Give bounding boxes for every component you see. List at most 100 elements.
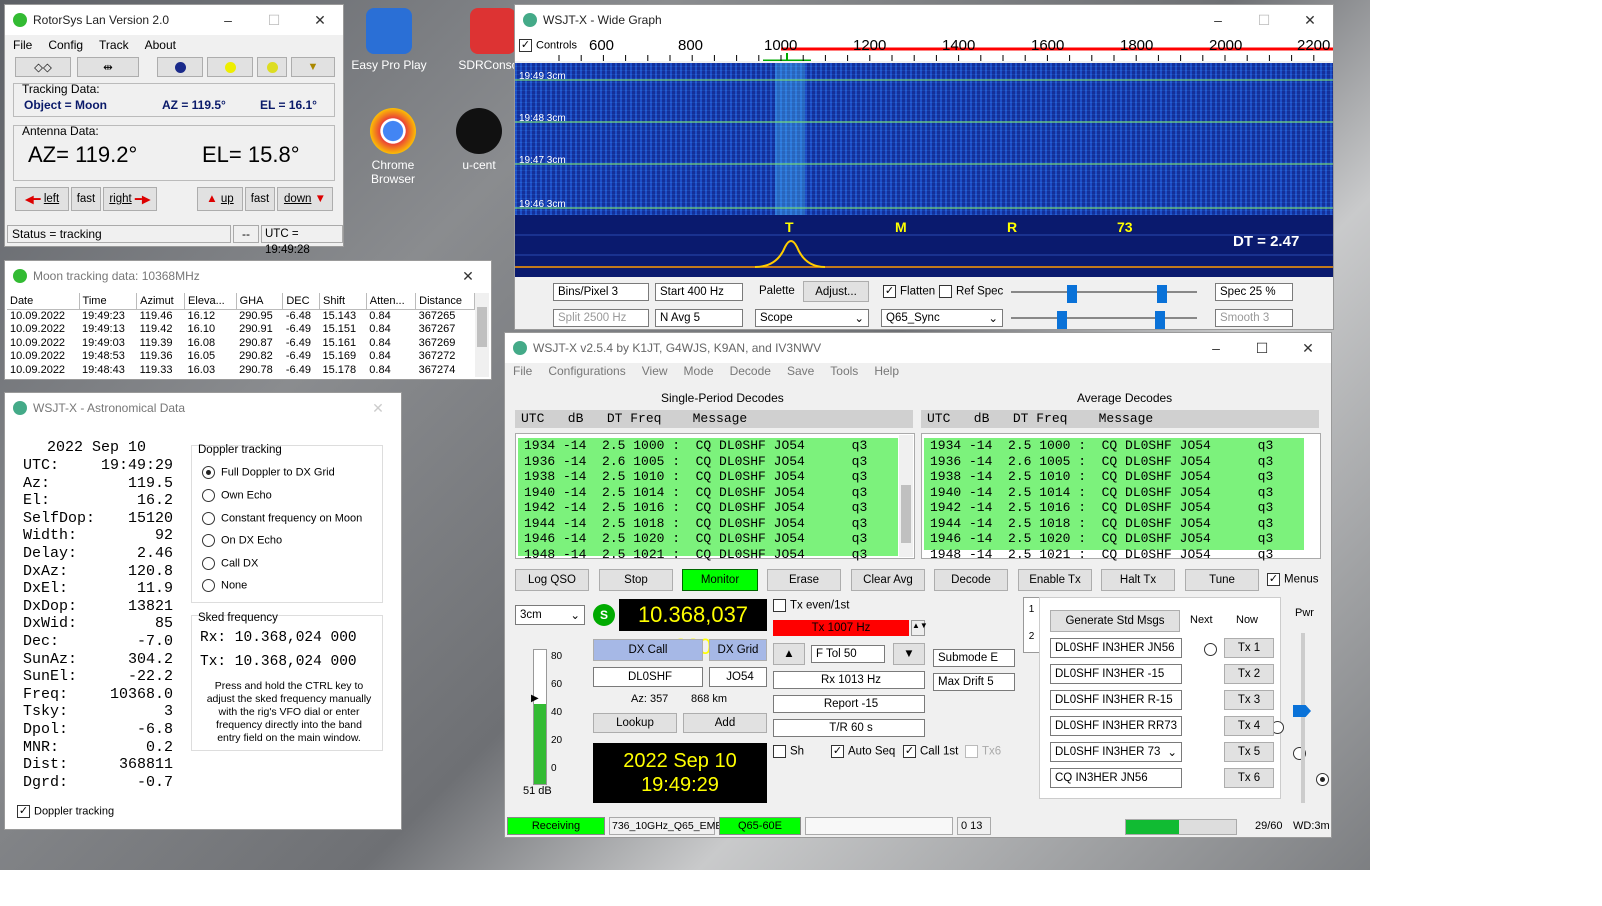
tx4-now-button[interactable]: Tx 4 [1224,716,1274,736]
minimize-button[interactable]: – [205,5,251,35]
f-tol-spinbox[interactable]: F Tol 50 [811,645,885,663]
column-header[interactable]: Time [79,293,138,310]
column-header[interactable]: Shift [319,293,367,310]
moon-globe-button[interactable] [157,57,203,77]
column-header[interactable]: Azimut [136,293,186,310]
up-button[interactable]: ▲ up [197,187,243,211]
decode-line[interactable]: 1942 -14 2.5 1016 : CQ DL0SHF JO54 q3 [524,500,898,516]
table-row[interactable]: 10.09.2022 19:48:43 119.33 16.03 290.78 -6.49… [7,363,475,377]
erase-button[interactable]: Erase [767,569,841,591]
slider-handle[interactable] [1157,285,1167,303]
band-select[interactable]: 3cm ⌄ [515,605,585,625]
stop-button[interactable]: Stop [599,569,673,591]
menu-mode[interactable]: Mode [676,364,722,378]
table-row[interactable]: 10.09.2022 19:49:03 119.39 16.08 290.87 -6.49… [7,336,475,350]
submode-spinbox[interactable]: Submode E [933,649,1015,667]
table-row[interactable]: 10.09.2022 19:49:23 119.46 16.12 290.95 -6.48… [7,309,475,323]
tx1-now-button[interactable]: Tx 1 [1224,638,1274,658]
close-button[interactable]: ✕ [1285,333,1331,363]
tx6-now-button[interactable]: Tx 6 [1224,768,1274,788]
minimize-button[interactable]: – [1193,333,1239,363]
scrollbar[interactable] [475,293,489,377]
maximize-button[interactable]: ☐ [1239,333,1285,363]
table-row[interactable]: 10.09.2022 19:48:53 119.36 16.05 290.82 -6.49… [7,350,475,364]
close-button[interactable]: ✕ [297,5,343,35]
column-header[interactable]: Atten... [366,293,417,310]
power-slider-track[interactable] [1301,633,1305,803]
tab-1[interactable]: 1 [1024,604,1039,615]
tr-period-spinbox[interactable]: T/R 60 s [773,719,925,737]
moon-button[interactable] [257,57,287,77]
tx4-message-field[interactable]: DL0SHF IN3HER RR73 [1050,716,1182,736]
doppler-tracking-checkbox[interactable]: ✓ Doppler tracking [17,805,114,818]
column-header[interactable]: Distance [415,293,475,310]
desktop-icon-chrome[interactable]: Chrome Browser [348,108,438,186]
decode-line[interactable]: 1934 -14 2.5 1000 : CQ DL0SHF JO54 q3 [930,438,1304,454]
both-arrows-button[interactable]: ⇹ [77,57,139,77]
close-button[interactable]: ✕ [355,393,401,423]
menu-track[interactable]: Track [91,38,137,52]
column-header[interactable]: Date [7,293,80,310]
n-avg-spinbox[interactable]: N Avg 5 [655,309,743,327]
menu-configurations[interactable]: Configurations [540,364,633,378]
dx-grid-button[interactable]: DX Grid [709,639,767,661]
table-row[interactable]: 10.09.2022 19:49:13 119.42 16.10 290.91 -6.49… [7,323,475,337]
dial-frequency[interactable]: 10.368,037 820 [619,599,767,659]
close-button[interactable]: ✕ [445,261,491,291]
decode-line[interactable]: 1940 -14 2.5 1014 : CQ DL0SHF JO54 q3 [524,485,898,501]
menu-file[interactable]: File [505,364,540,378]
lookup-button[interactable]: Lookup [593,713,677,733]
tx-spinner[interactable]: ▲▼ [911,620,928,636]
desktop-icon-u-center[interactable]: u-cent [454,108,504,172]
antenna-button[interactable]: ▼ [291,57,335,77]
tx3-message-field[interactable]: DL0SHF IN3HER R-15 [1050,690,1182,710]
log-qso-button[interactable]: Log QSO [515,569,589,591]
menu-about[interactable]: About [137,38,184,52]
option-none[interactable]: None [202,579,247,592]
add-button[interactable]: Add [683,713,767,733]
spec-spinbox[interactable]: Spec 25 % [1215,283,1293,301]
flatten-checkbox[interactable]: ✓ Flatten [883,285,935,298]
decode-line[interactable]: 1938 -14 2.5 1010 : CQ DL0SHF JO54 q3 [930,469,1304,485]
column-header[interactable]: Eleva... [184,293,237,310]
sync-mode-select[interactable]: Q65_Sync ⌄ [881,309,1003,327]
bins-per-pixel-spinbox[interactable]: Bins/Pixel 3 [553,283,649,301]
decode-line[interactable]: 1942 -14 2.5 1016 : CQ DL0SHF JO54 q3 [930,500,1304,516]
tab-2[interactable]: 2 [1024,631,1039,642]
freq-down-button[interactable]: ▼ [893,643,925,665]
freq-up-button[interactable]: ▲ [773,643,805,665]
maximize-button[interactable]: ☐ [251,5,297,35]
tx-frequency[interactable]: Tx 1007 Hz [773,620,909,636]
smooth-spinbox[interactable]: Smooth 3 [1215,309,1293,327]
single-decode-list[interactable]: 1934 -14 2.5 1000 : CQ DL0SHF JO54 q3 193… [518,438,898,562]
option-constant-frequency[interactable]: Constant frequency on Moon [202,512,362,525]
decode-line[interactable]: 1938 -14 2.5 1010 : CQ DL0SHF JO54 q3 [524,469,898,485]
sun-button[interactable] [207,57,253,77]
decode-line[interactable]: 1946 -14 2.5 1020 : CQ DL0SHF JO54 q3 [524,531,898,547]
decode-line[interactable]: 1934 -14 2.5 1000 : CQ DL0SHF JO54 q3 [524,438,898,454]
right-button[interactable]: right ━▶ [103,187,157,211]
tx2-message-field[interactable]: DL0SHF IN3HER -15 [1050,664,1182,684]
power-slider-handle[interactable] [1293,705,1311,717]
average-decode-list[interactable]: 1934 -14 2.5 1000 : CQ DL0SHF JO54 q3 193… [924,438,1304,562]
slider-handle[interactable] [1067,285,1077,303]
stop-arrows-button[interactable]: ◇◇ [15,57,71,77]
tx5-now-button[interactable]: Tx 5 [1224,742,1274,762]
menu-file[interactable]: File [5,38,40,52]
slider-track[interactable] [1011,291,1197,293]
decode-button[interactable]: Decode [934,569,1008,591]
fast-updown-button[interactable]: fast [245,187,275,211]
adjust-button[interactable]: Adjust... [803,281,869,302]
tx1-message-field[interactable]: DL0SHF IN3HER JN56 [1050,638,1182,658]
rx-frequency-spinbox[interactable]: Rx 1013 Hz [773,671,925,689]
max-drift-spinbox[interactable]: Max Drift 5 [933,673,1015,691]
clear-avg-button[interactable]: Clear Avg [851,569,925,591]
enable-tx-button[interactable]: Enable Tx [1018,569,1092,591]
maximize-button[interactable]: ☐ [1241,5,1287,35]
decode-line[interactable]: 1944 -14 2.5 1018 : CQ DL0SHF JO54 q3 [930,516,1304,532]
decode-line[interactable]: 1948 -14 2.5 1021 : CQ DL0SHF JO54 q3 [524,547,898,563]
call-1st-checkbox[interactable]: ✓ Call 1st [903,745,958,758]
menu-config[interactable]: Config [40,38,91,52]
scrollbar[interactable] [899,435,913,557]
tx6-next-radio[interactable] [1315,773,1329,787]
